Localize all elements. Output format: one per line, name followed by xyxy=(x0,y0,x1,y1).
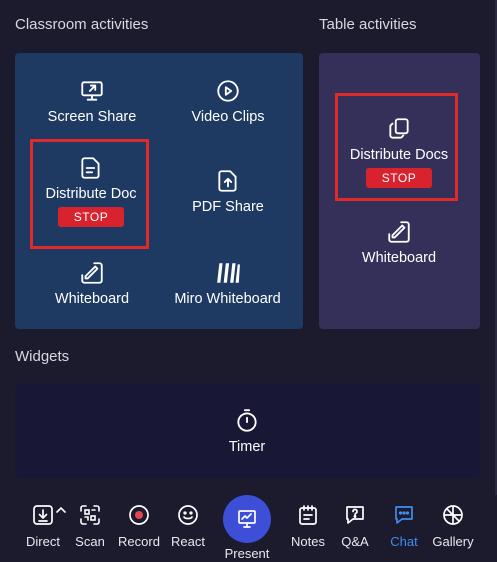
miro-whiteboard-label: Miro Whiteboard xyxy=(174,291,281,307)
whiteboard-pen-icon xyxy=(81,262,103,284)
table-whiteboard-label: Whiteboard xyxy=(361,250,437,266)
present-button[interactable]: Present xyxy=(222,495,272,561)
grid-icon xyxy=(443,505,463,525)
activities-panel: Classroom activities Table activities Sc… xyxy=(0,0,497,495)
distribute-doc-highlight xyxy=(30,139,149,249)
scan-button[interactable]: Scan xyxy=(70,503,110,549)
direct-label: Direct xyxy=(26,534,60,549)
gallery-label: Gallery xyxy=(432,534,474,549)
question-bubble-icon xyxy=(346,506,364,524)
video-clips-tile[interactable]: Video Clips xyxy=(183,78,273,125)
qa-label: Q&A xyxy=(341,534,369,549)
distribute-docs-highlight xyxy=(335,93,458,201)
table-whiteboard-tile[interactable]: Whiteboard xyxy=(354,219,444,266)
table-activities-title: Table activities xyxy=(319,16,417,33)
qr-scan-icon xyxy=(80,505,100,525)
screen-share-label: Screen Share xyxy=(47,109,137,125)
chevron-up-icon[interactable] xyxy=(55,505,67,515)
timer-icon xyxy=(237,409,257,432)
video-clips-label: Video Clips xyxy=(191,109,265,125)
pdf-share-label: PDF Share xyxy=(192,199,264,215)
present-circle xyxy=(223,495,271,543)
miro-logo-icon xyxy=(216,263,240,283)
whiteboard-label: Whiteboard xyxy=(54,291,130,307)
miro-whiteboard-tile[interactable]: Miro Whiteboard xyxy=(170,260,285,307)
notes-button[interactable]: Notes xyxy=(288,503,328,549)
present-label: Present xyxy=(224,546,270,561)
chat-button[interactable]: Chat xyxy=(385,503,423,549)
whiteboard-tile[interactable]: Whiteboard xyxy=(47,260,137,307)
react-button[interactable]: React xyxy=(168,503,208,549)
pdf-share-tile[interactable]: PDF Share xyxy=(183,168,273,215)
screen-share-icon xyxy=(81,81,103,101)
bottom-toolbar: Direct Scan Record React Present Notes Q… xyxy=(0,495,497,562)
screen-share-tile[interactable]: Screen Share xyxy=(47,78,137,125)
classroom-activities-title: Classroom activities xyxy=(15,16,149,33)
whiteboard-pen-icon xyxy=(388,221,410,243)
chat-label: Chat xyxy=(390,534,418,549)
qa-button[interactable]: Q&A xyxy=(336,503,374,549)
widgets-title: Widgets xyxy=(15,348,70,365)
timer-label: Timer xyxy=(228,439,266,455)
react-label: React xyxy=(171,534,205,549)
download-icon xyxy=(33,505,53,525)
scan-label: Scan xyxy=(75,534,105,549)
presentation-icon xyxy=(238,510,256,528)
record-label: Record xyxy=(118,534,160,549)
pdf-upload-icon xyxy=(218,170,237,192)
gallery-button[interactable]: Gallery xyxy=(430,503,476,549)
record-icon xyxy=(129,505,149,525)
timer-tile[interactable]: Timer xyxy=(212,408,282,455)
record-button[interactable]: Record xyxy=(117,503,161,549)
notes-label: Notes xyxy=(291,534,325,549)
smile-icon xyxy=(178,505,198,525)
chat-bubble-icon xyxy=(395,506,413,524)
video-play-icon xyxy=(217,80,239,102)
notes-icon xyxy=(299,505,317,525)
